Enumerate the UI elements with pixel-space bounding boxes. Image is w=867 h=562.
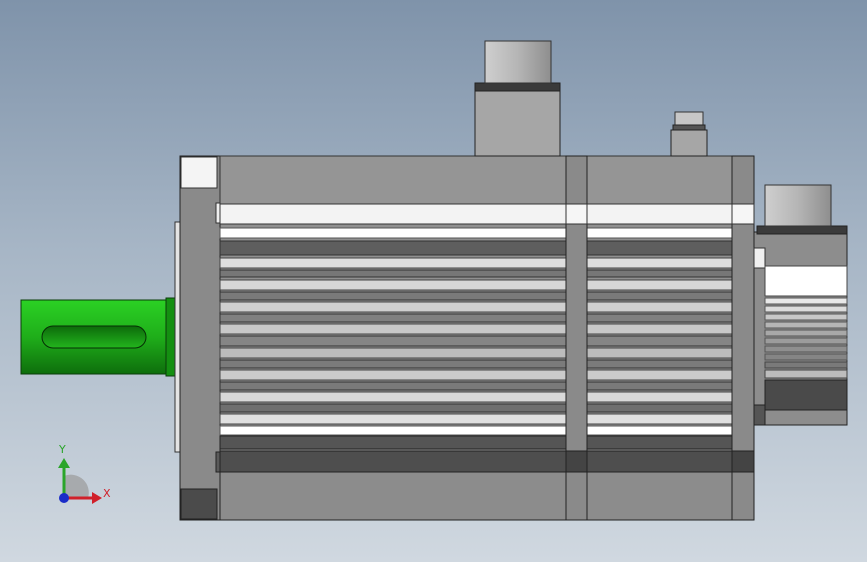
x-axis-label: X [103,487,111,500]
motor-housing[interactable] [219,155,755,521]
z-axis-dot [59,493,69,503]
motor-drawing: Y X [20,40,848,521]
x-axis-arrowhead [92,492,102,504]
motor-shaft[interactable] [20,297,177,377]
y-axis-arrowhead [58,458,70,468]
y-axis-label: Y [58,443,66,456]
cooling-fins [219,227,755,450]
triad-plane-icon [64,474,89,498]
signal-connector[interactable] [670,111,708,157]
power-connector[interactable] [474,40,561,157]
encoder-cover[interactable] [753,184,848,426]
coordinate-triad: Y X [58,443,111,504]
cad-viewport[interactable]: Y X [0,0,867,562]
mounting-flange[interactable] [174,155,222,521]
